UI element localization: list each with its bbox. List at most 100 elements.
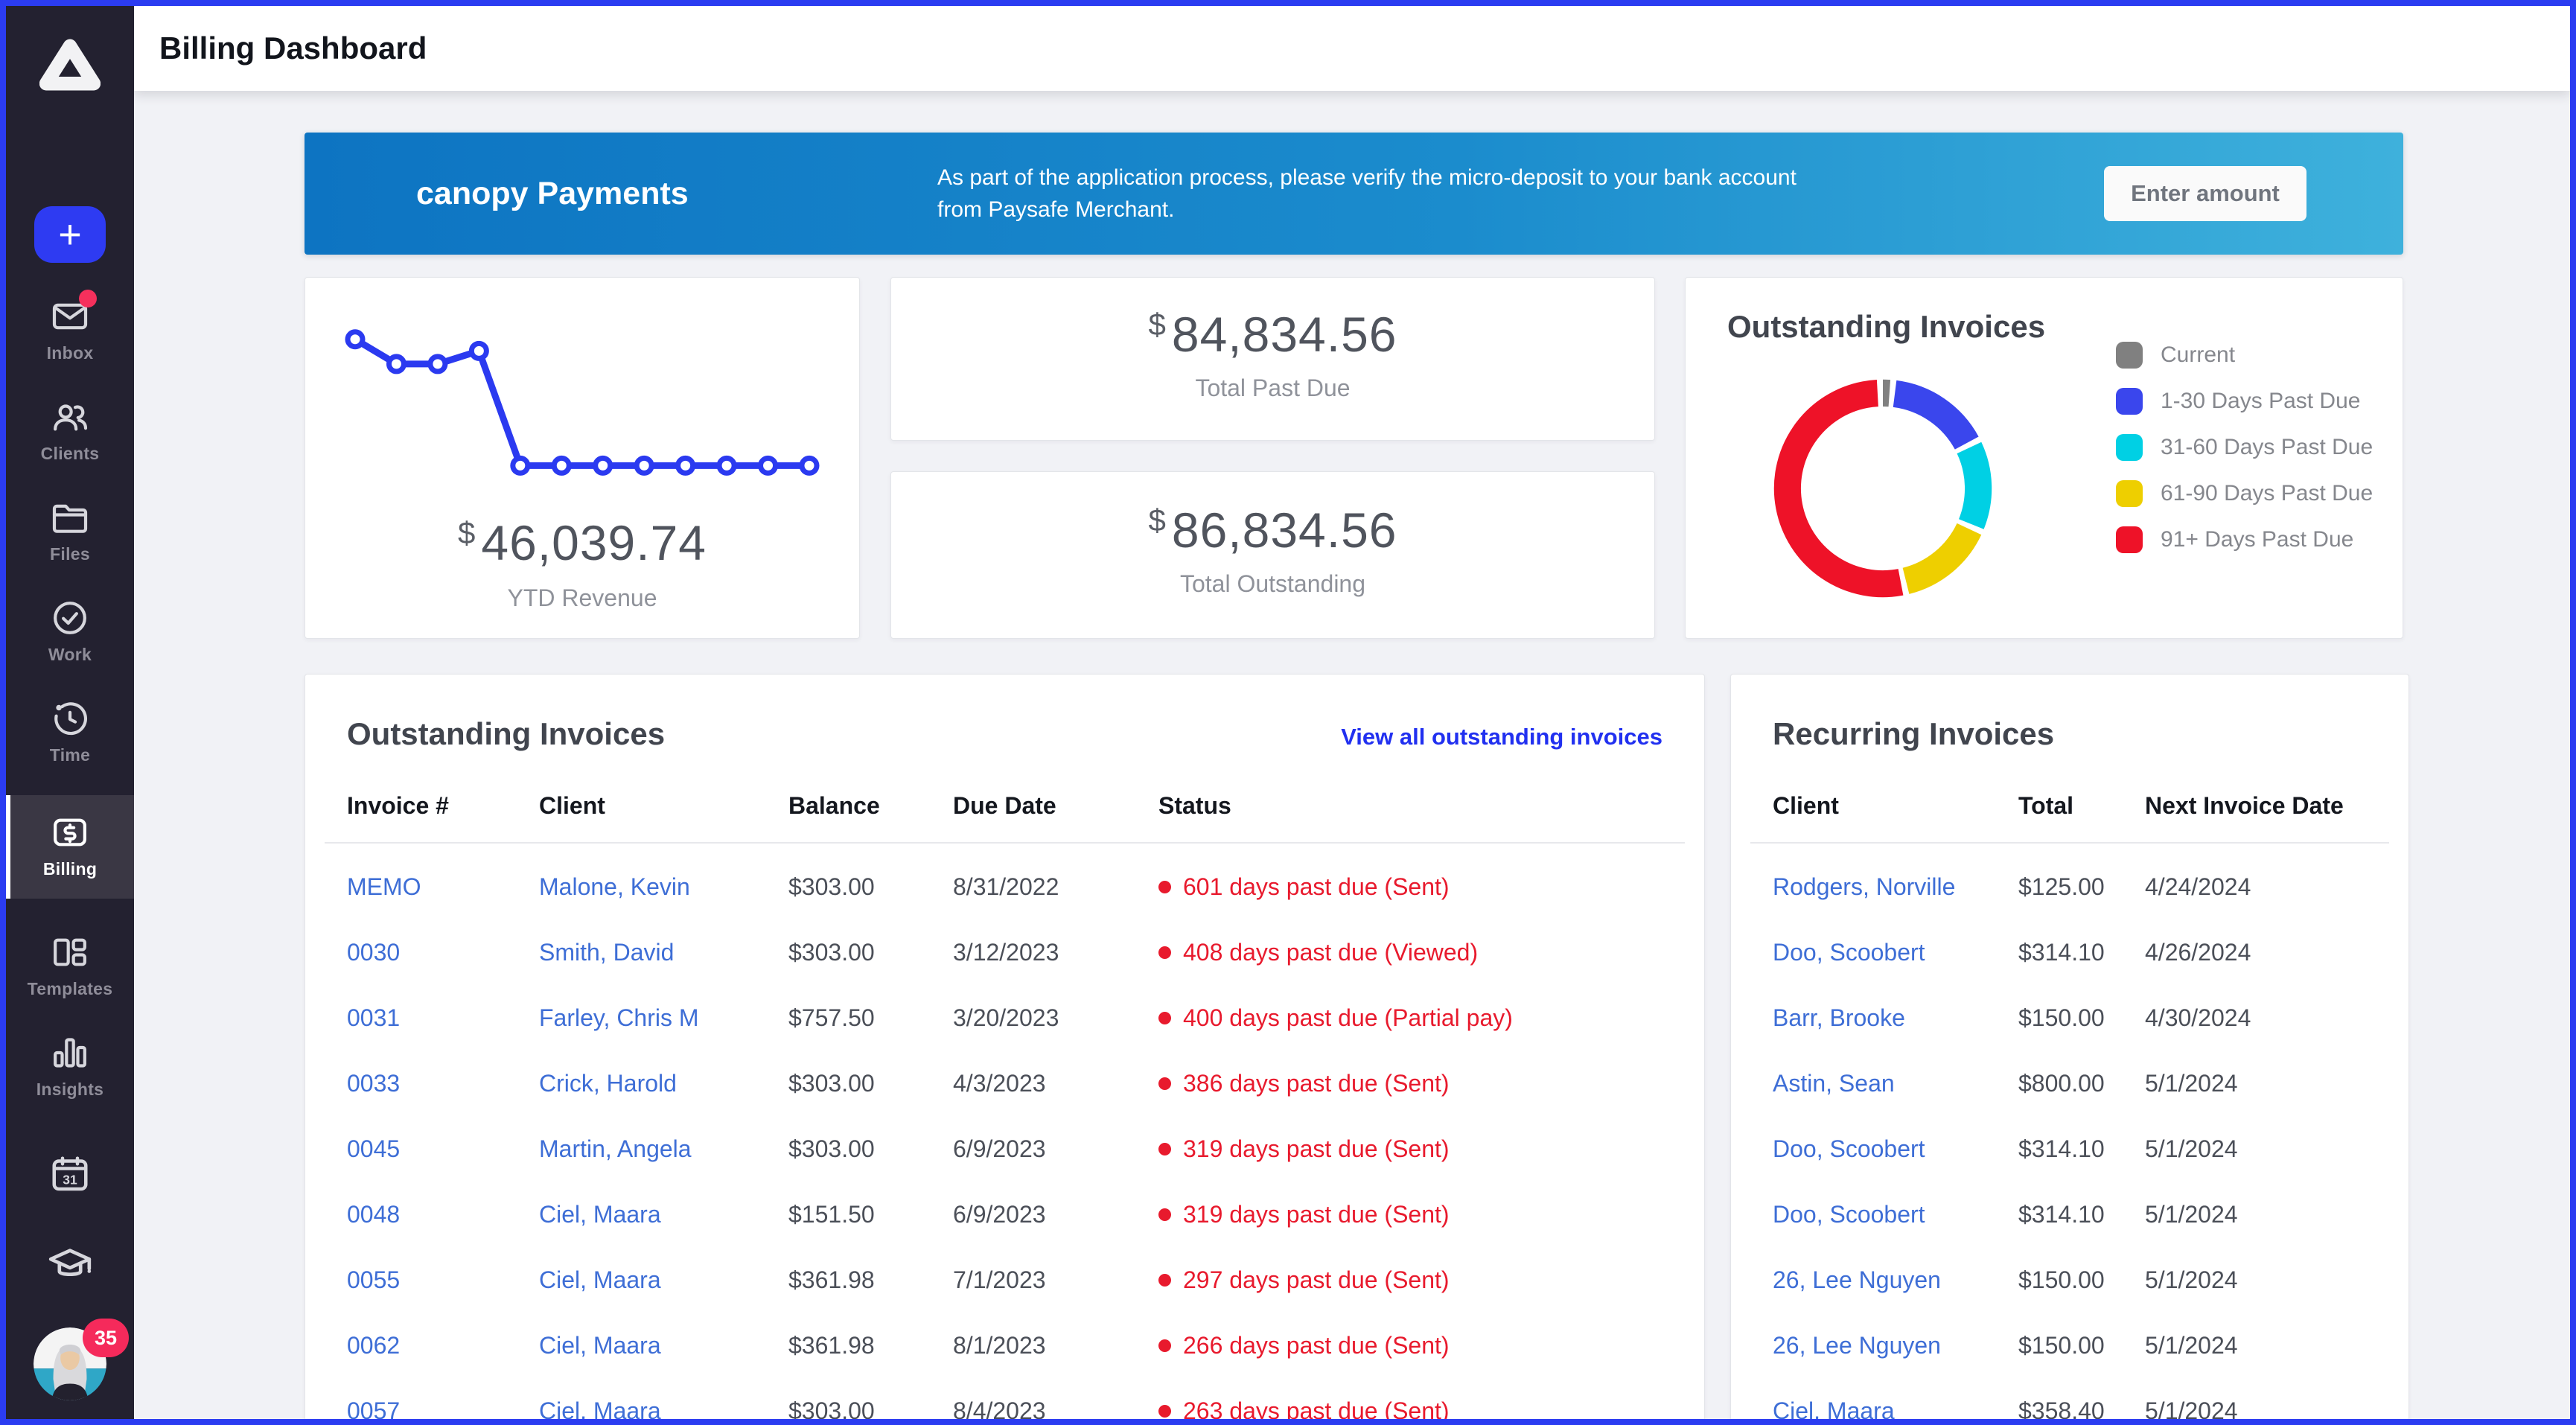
invoice-number-link[interactable]: 0055 bbox=[347, 1266, 539, 1294]
total-past-due-card: $84,834.56 Total Past Due bbox=[890, 277, 1655, 441]
recurring-row: Doo, Scoobert $314.10 5/1/2024 bbox=[1731, 1182, 2408, 1247]
sidebar-item-templates[interactable]: Templates bbox=[6, 931, 134, 999]
due-date-cell: 6/9/2023 bbox=[953, 1201, 1158, 1228]
balance-cell: $361.98 bbox=[788, 1266, 953, 1294]
status-dot-icon bbox=[1158, 881, 1171, 893]
client-link[interactable]: Rodgers, Norville bbox=[1773, 873, 2018, 901]
table-divider bbox=[325, 842, 1685, 844]
client-link[interactable]: Martin, Angela bbox=[539, 1135, 788, 1163]
invoice-number-link[interactable]: 0033 bbox=[347, 1070, 539, 1097]
total-cell: $314.10 bbox=[2018, 1201, 2145, 1228]
graduation-cap-icon[interactable] bbox=[47, 1242, 93, 1292]
client-link[interactable]: Barr, Brooke bbox=[1773, 1004, 2018, 1032]
client-link[interactable]: Smith, David bbox=[539, 939, 788, 966]
due-date-cell: 8/31/2022 bbox=[953, 873, 1158, 901]
enter-amount-button[interactable]: Enter amount bbox=[2104, 166, 2306, 221]
due-date-cell: 8/1/2023 bbox=[953, 1332, 1158, 1359]
canopy-logo-icon[interactable] bbox=[39, 37, 101, 96]
user-avatar[interactable]: 35 bbox=[34, 1327, 106, 1400]
sidebar-item-work[interactable]: Work bbox=[6, 597, 134, 665]
page-title: Billing Dashboard bbox=[159, 31, 427, 66]
invoice-number-link[interactable]: 0030 bbox=[347, 939, 539, 966]
balance-cell: $303.00 bbox=[788, 1135, 953, 1163]
sidebar-item-clients[interactable]: Clients bbox=[6, 396, 134, 464]
plus-icon: + bbox=[58, 212, 82, 257]
next-date-cell: 4/24/2024 bbox=[2145, 873, 2367, 901]
past-due-label: Total Past Due bbox=[891, 374, 1654, 402]
outstanding-label: Total Outstanding bbox=[891, 570, 1654, 598]
sidebar-item-time[interactable]: Time bbox=[6, 698, 134, 765]
recurring-row: Astin, Sean $800.00 5/1/2024 bbox=[1731, 1051, 2408, 1116]
recurring-row: Doo, Scoobert $314.10 5/1/2024 bbox=[1731, 1116, 2408, 1182]
invoice-number-link[interactable]: 0062 bbox=[347, 1332, 539, 1359]
client-link[interactable]: Ciel, Maara bbox=[539, 1266, 788, 1294]
due-date-cell: 3/20/2023 bbox=[953, 1004, 1158, 1032]
client-link[interactable]: Ciel, Maara bbox=[539, 1201, 788, 1228]
due-date-cell: 3/12/2023 bbox=[953, 939, 1158, 966]
client-link[interactable]: Ciel, Maara bbox=[539, 1332, 788, 1359]
outstanding-table-body: MEMO Malone, Kevin $303.00 8/31/2022 601… bbox=[305, 854, 1704, 1419]
recurring-table-title: Recurring Invoices bbox=[1773, 716, 2054, 752]
notification-badge: 35 bbox=[83, 1319, 129, 1357]
invoice-row: 0031 Farley, Chris M $757.50 3/20/2023 4… bbox=[305, 985, 1704, 1051]
invoice-row: 0045 Martin, Angela $303.00 6/9/2023 319… bbox=[305, 1116, 1704, 1182]
client-link[interactable]: Doo, Scoobert bbox=[1773, 1201, 2018, 1228]
client-link[interactable]: Astin, Sean bbox=[1773, 1070, 2018, 1097]
invoice-row: 0030 Smith, David $303.00 3/12/2023 408 … bbox=[305, 919, 1704, 985]
sidebar-item-files[interactable]: Files bbox=[6, 497, 134, 564]
due-date-cell: 7/1/2023 bbox=[953, 1266, 1158, 1294]
calendar-icon[interactable]: 31 bbox=[48, 1152, 92, 1200]
sidebar-item-insights[interactable]: Insights bbox=[6, 1032, 134, 1100]
status-cell: 297 days past due (Sent) bbox=[1158, 1266, 1662, 1294]
status-cell: 319 days past due (Sent) bbox=[1158, 1135, 1662, 1163]
legend-item: Current bbox=[2116, 342, 2373, 369]
donut-card-title: Outstanding Invoices bbox=[1727, 309, 2045, 345]
check-circle-icon bbox=[49, 597, 91, 639]
legend-swatch-icon bbox=[2116, 526, 2143, 553]
legend-swatch-icon bbox=[2116, 434, 2143, 461]
view-all-outstanding-link[interactable]: View all outstanding invoices bbox=[1341, 724, 1662, 750]
outstanding-amount: $86,834.56 bbox=[891, 502, 1654, 558]
client-link[interactable]: 26, Lee Nguyen bbox=[1773, 1266, 2018, 1294]
legend-swatch-icon bbox=[2116, 480, 2143, 507]
sidebar-item-inbox[interactable]: Inbox bbox=[6, 296, 134, 363]
status-dot-icon bbox=[1158, 1077, 1171, 1090]
sidebar-item-billing[interactable]: Billing bbox=[6, 795, 134, 899]
invoice-number-link[interactable]: 0048 bbox=[347, 1201, 539, 1228]
client-link[interactable]: Malone, Kevin bbox=[539, 873, 788, 901]
invoice-number-link[interactable]: 0045 bbox=[347, 1135, 539, 1163]
invoice-row: 0055 Ciel, Maara $361.98 7/1/2023 297 da… bbox=[305, 1247, 1704, 1313]
app-window: + Inbox Clients Files Work bbox=[0, 0, 2576, 1425]
status-cell: 408 days past due (Viewed) bbox=[1158, 939, 1662, 966]
canopy-brand: canopy bbox=[416, 176, 529, 211]
recurring-invoices-card: Recurring Invoices Client Total Next Inv… bbox=[1730, 674, 2409, 1419]
client-link[interactable]: Doo, Scoobert bbox=[1773, 1135, 2018, 1163]
invoice-number-link[interactable]: 0031 bbox=[347, 1004, 539, 1032]
recurring-row: Doo, Scoobert $314.10 4/26/2024 bbox=[1731, 919, 2408, 985]
invoice-number-link[interactable]: 0057 bbox=[347, 1397, 539, 1420]
create-new-button[interactable]: + bbox=[34, 206, 106, 263]
invoice-row: 0057 Ciel, Maara $303.00 8/4/2023 263 da… bbox=[305, 1378, 1704, 1419]
invoice-row: 0048 Ciel, Maara $151.50 6/9/2023 319 da… bbox=[305, 1182, 1704, 1247]
balance-cell: $303.00 bbox=[788, 939, 953, 966]
next-date-cell: 5/1/2024 bbox=[2145, 1397, 2367, 1420]
client-link[interactable]: Ciel, Maara bbox=[539, 1397, 788, 1420]
status-dot-icon bbox=[1158, 1012, 1171, 1024]
banner-title: canopyPayments bbox=[416, 176, 937, 212]
client-link[interactable]: Ciel, Maara bbox=[1773, 1397, 2018, 1420]
balance-cell: $303.00 bbox=[788, 1397, 953, 1420]
recurring-row: Ciel, Maara $358.40 5/1/2024 bbox=[1731, 1378, 2408, 1419]
banner-message: As part of the application process, plea… bbox=[937, 162, 1838, 226]
client-link[interactable]: 26, Lee Nguyen bbox=[1773, 1332, 2018, 1359]
status-cell: 263 days past due (Sent) bbox=[1158, 1397, 1662, 1420]
total-cell: $150.00 bbox=[2018, 1004, 2145, 1032]
recurring-row: Barr, Brooke $150.00 4/30/2024 bbox=[1731, 985, 2408, 1051]
client-link[interactable]: Farley, Chris M bbox=[539, 1004, 788, 1032]
outstanding-table-title: Outstanding Invoices bbox=[347, 716, 665, 752]
invoice-number-link[interactable]: MEMO bbox=[347, 873, 539, 901]
total-cell: $314.10 bbox=[2018, 939, 2145, 966]
recurring-row: Rodgers, Norville $125.00 4/24/2024 bbox=[1731, 854, 2408, 919]
status-dot-icon bbox=[1158, 946, 1171, 959]
client-link[interactable]: Doo, Scoobert bbox=[1773, 939, 2018, 966]
client-link[interactable]: Crick, Harold bbox=[539, 1070, 788, 1097]
